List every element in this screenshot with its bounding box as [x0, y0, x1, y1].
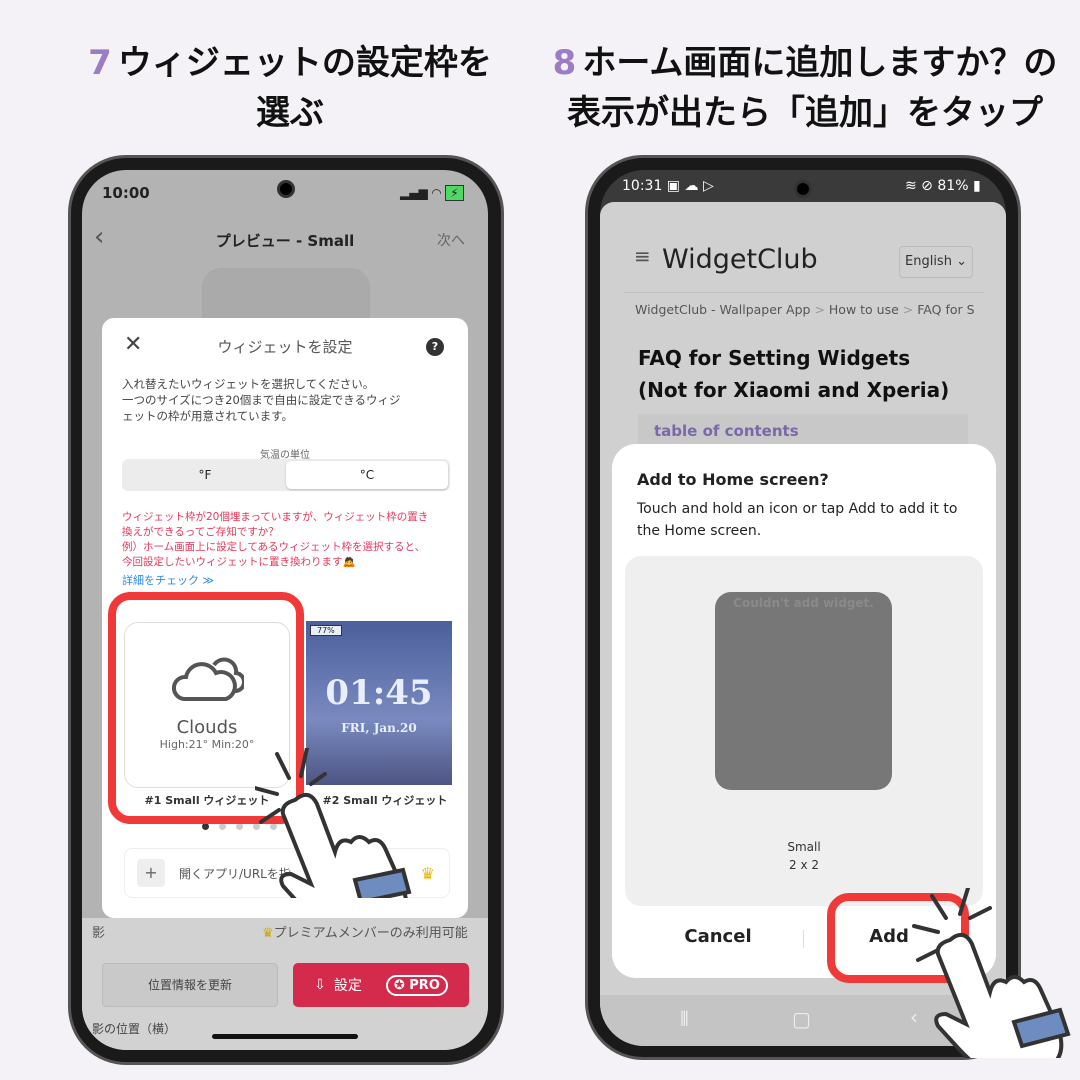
set-label: 設定 [333, 978, 362, 994]
dialog-body: Touch and hold an icon or tap Add to add… [637, 501, 958, 539]
download-icon: ⇩ [314, 977, 326, 993]
status-icons: ≋ ⊘ 81% ▮ [905, 178, 981, 194]
page-heading: FAQ for Setting Widgets (Not for Xiaomi … [638, 346, 950, 402]
tap-hand-icon [912, 888, 1071, 1058]
page-dot[interactable] [202, 823, 209, 830]
heading-line: 表示が出たら「追加」をタップ [567, 93, 1043, 133]
heading-line: ホーム画面に追加しますか？の [582, 43, 1058, 83]
details-link[interactable]: 詳細をチェック ≫ [122, 572, 214, 588]
battery-percent: 81% [937, 178, 969, 194]
description-line: 一つのサイズにつき20個まで自由に設定できるウィジ [122, 393, 401, 407]
clock-time: 01:45 [325, 673, 433, 713]
time: 10:31 [622, 178, 663, 194]
update-location-button[interactable]: 位置情報を更新 [102, 963, 278, 1007]
cancel-button[interactable]: Cancel [632, 926, 804, 947]
menu-icon[interactable]: ≡ [634, 244, 651, 268]
premium-note: ♛プレミアムメンバーのみ利用可能 [262, 922, 468, 941]
widget-preview-area: Couldn't add widget. Small 2 x 2 [625, 556, 983, 906]
home-indicator[interactable] [212, 1034, 358, 1039]
notice-line: 例）ホーム画面上に設定してあるウィジェット枠を選択すると、 [122, 541, 426, 553]
heading-line: 選ぶ [256, 93, 324, 133]
modal-title: ウィジェットを設定 [217, 338, 353, 356]
toc-label[interactable]: table of contents [638, 414, 968, 448]
breadcrumb-item[interactable]: FAQ for S [917, 302, 974, 317]
dialog-title: Add to Home screen? [637, 470, 829, 489]
divider [624, 292, 984, 293]
left-screen: 10:00 ▂▄▆ ◠ ⚡ ‹ プレビュー - Small 次へ 影 ♛プレミア… [82, 170, 488, 1050]
unit-toggle[interactable]: °F °C [122, 459, 450, 491]
status-icons: ▂▄▆ ◠ ⚡ [400, 185, 464, 201]
status-time: 10:31 ▣ ☁ ▷ [622, 178, 714, 194]
preview-error: Couldn't add widget. [733, 596, 874, 610]
shadow-position-label: 影の位置（横） [92, 1022, 177, 1036]
shadow-label: 影 [92, 926, 106, 941]
left-heading: 7 ウィジェットの設定枠を 選ぶ [40, 40, 540, 136]
right-heading: 8 ホーム画面に追加しますか？の 表示が出たら「追加」をタップ [540, 40, 1070, 136]
page-dot[interactable] [236, 823, 243, 830]
front-camera [794, 180, 812, 198]
notice-line: 換えができるってご存知ですか？ [122, 526, 279, 538]
recents-icon[interactable]: ⦀ [680, 1007, 689, 1031]
unit-fahrenheit[interactable]: °F [124, 468, 286, 482]
size-name: Small [787, 840, 821, 854]
size-value: 2 x 2 [789, 858, 819, 872]
help-icon[interactable]: ? [426, 338, 444, 356]
set-button[interactable]: ⇩ 設定 ✪ PRO [293, 963, 469, 1007]
next-button[interactable]: 次へ [437, 230, 465, 250]
unit-celsius[interactable]: °C [286, 461, 448, 489]
nav-title: プレビュー - Small [215, 232, 355, 250]
language-select[interactable]: English ⌄ [899, 246, 973, 278]
pro-label: PRO [409, 977, 440, 993]
emoji-icon: 🙇 [342, 556, 356, 568]
language-value: English [905, 254, 952, 269]
modal-description: 入れ替えたいウィジェットを選択してください。 一つのサイズにつき20個まで自由に… [122, 376, 401, 424]
tap-hand-icon [255, 748, 412, 898]
breadcrumb-item[interactable]: How to use [829, 302, 899, 317]
heading-line: ウィジェットの設定枠を [117, 43, 492, 83]
premium-text: プレミアムメンバーのみ利用可能 [273, 926, 468, 941]
home-icon[interactable]: ▢ [792, 1007, 811, 1031]
description-line: ェットの枠が用意されています。 [122, 409, 294, 423]
clock-date: FRI, Jan.20 [341, 721, 417, 735]
crown-icon: ♛ [262, 926, 274, 941]
battery-badge: 77% [310, 625, 342, 636]
page-dot[interactable] [219, 823, 226, 830]
step-number: 7 [88, 43, 112, 83]
step-number: 8 [552, 43, 577, 83]
replace-notice: ウィジェット枠が20個埋まっていますが、ウィジェット枠の置き 換えができるってご… [122, 510, 462, 570]
notice-line: ウィジェット枠が20個埋まっていますが、ウィジェット枠の置き [122, 511, 429, 523]
widget-preview[interactable]: Couldn't add widget. [715, 592, 892, 790]
plus-icon[interactable]: + [137, 859, 165, 887]
front-camera [277, 180, 295, 198]
status-time: 10:00 [102, 184, 150, 202]
site-logo[interactable]: WidgetClub [662, 244, 818, 275]
pro-badge: ✪ PRO [385, 974, 448, 996]
breadcrumb-item[interactable]: WidgetClub - Wallpaper App [635, 302, 810, 317]
notice-line: 今回設定したいウィジェットに置き換わります [122, 556, 343, 568]
description-line: 入れ替えたいウィジェットを選択してください。 [122, 377, 375, 391]
breadcrumb: WidgetClub - Wallpaper App > How to use … [635, 302, 975, 317]
